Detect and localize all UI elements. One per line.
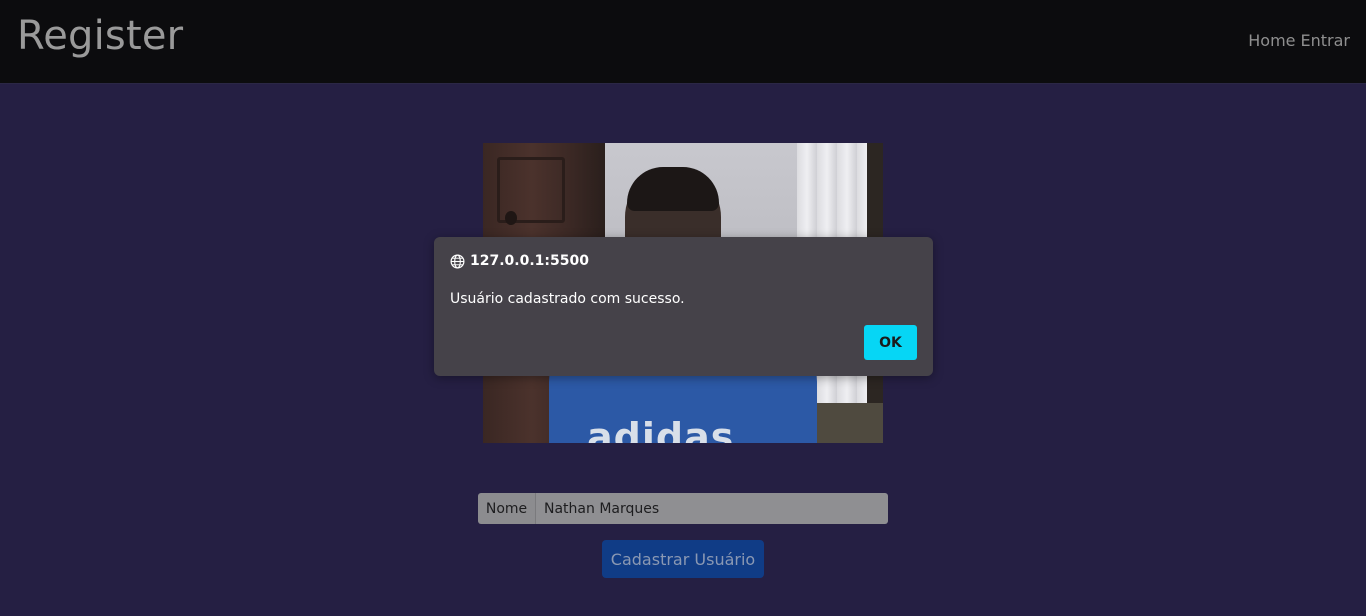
webcam-door-knob: [505, 211, 517, 225]
dialog-message: Usuário cadastrado com sucesso.: [450, 291, 685, 307]
nav-links: Home Entrar: [1248, 31, 1350, 50]
name-input[interactable]: [536, 493, 888, 524]
name-label: Nome: [478, 493, 536, 524]
nav-link-home[interactable]: Home: [1248, 31, 1295, 50]
dialog-origin-text: 127.0.0.1:5500: [470, 253, 589, 269]
navbar: Register Home Entrar: [0, 0, 1366, 84]
alert-dialog: 127.0.0.1:5500 Usuário cadastrado com su…: [434, 237, 933, 376]
dialog-origin: 127.0.0.1:5500: [450, 253, 589, 269]
globe-icon: [450, 254, 465, 268]
webcam-furniture: [817, 403, 883, 443]
webcam-shirt-logo: adidas: [587, 415, 735, 443]
register-user-button[interactable]: Cadastrar Usuário: [602, 540, 764, 578]
name-input-group: Nome: [478, 493, 888, 524]
dialog-ok-button[interactable]: OK: [864, 325, 917, 360]
nav-link-entrar[interactable]: Entrar: [1301, 31, 1350, 50]
brand-title[interactable]: Register: [17, 13, 183, 59]
